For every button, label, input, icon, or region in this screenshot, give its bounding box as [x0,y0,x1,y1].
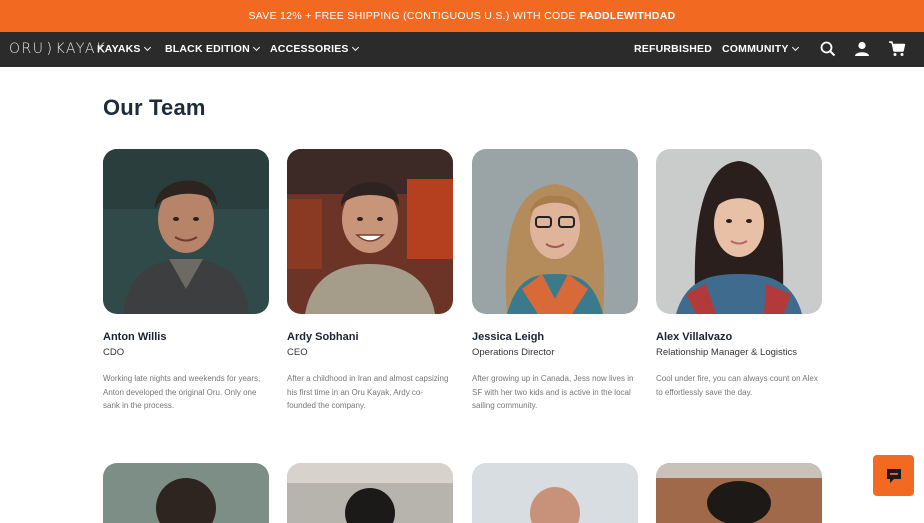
chat-icon [886,468,901,483]
team-name: Jessica Leigh [472,331,545,343]
nav-item-kayaks[interactable]: KAYAKS [97,43,151,55]
logo-oru: ORU [9,41,45,57]
chat-button[interactable] [873,455,914,496]
cart-icon[interactable] [888,40,906,58]
promo-code: PADDLEWITHDAD [579,10,676,22]
logo-mark: ) [46,41,54,57]
page-title: Our Team [103,95,206,120]
team-role: CDO [103,347,125,358]
team-photo [472,149,638,314]
chevron-down-icon [143,43,151,52]
team-role: Relationship Manager & Logistics [656,347,797,358]
nav-item-black-edition[interactable]: BLACK EDITION [165,43,260,55]
team-photo [656,463,822,523]
promo-banner: SAVE 12% + FREE SHIPPING (CONTIGUOUS U.S… [0,0,924,32]
account-icon[interactable] [853,40,871,58]
logo[interactable]: ORU) KAYAK [9,41,107,57]
team-bio: After a childhood in Iran and almost cap… [287,374,449,410]
team-photo [472,463,638,523]
nav-label-refurbished: REFURBISHED [634,43,713,55]
team-photo [103,463,269,523]
team-card: Ardy Sobhani CEO After a childhood in Ir… [287,149,453,413]
team-card: Anton Willis CDO Working late nights and… [103,149,269,413]
team-bio: After growing up in Canada, Jess now liv… [472,374,634,410]
team-card: Jessica Leigh Operations Director After … [472,149,638,413]
team-role: Operations Director [472,347,555,358]
nav-label-accessories: ACCESSORIES [270,43,349,55]
team-photo [287,463,453,523]
nav-label-kayaks: KAYAKS [97,43,141,55]
team-name: Alex Villalvazo [656,331,733,343]
team-card: Alex Villalvazo Relationship Manager & L… [656,149,822,399]
team-bio: Cool under fire, you can always count on… [656,374,818,397]
main-nav: ORU) KAYAK KAYAKS BLACK EDITION ACCESSORI… [0,32,924,67]
search-icon[interactable] [819,40,837,58]
nav-label-community: COMMUNITY [722,43,789,55]
nav-item-community[interactable]: COMMUNITY [722,43,799,55]
team-photo [656,149,822,314]
team-bio: Working late nights and weekends for yea… [103,374,261,410]
nav-label-black-edition: BLACK EDITION [165,43,250,55]
chevron-down-icon [351,43,359,52]
team-name: Ardy Sobhani [287,331,359,343]
team-photo [103,149,269,314]
nav-item-accessories[interactable]: ACCESSORIES [270,43,359,55]
team-photo [287,149,453,314]
chevron-down-icon [791,43,799,52]
team-name: Anton Willis [103,331,167,343]
team-role: CEO [287,347,308,358]
nav-item-refurbished[interactable]: REFURBISHED [634,43,712,55]
promo-text: SAVE 12% + FREE SHIPPING (CONTIGUOUS U.S… [248,10,576,22]
chevron-down-icon [252,43,260,52]
